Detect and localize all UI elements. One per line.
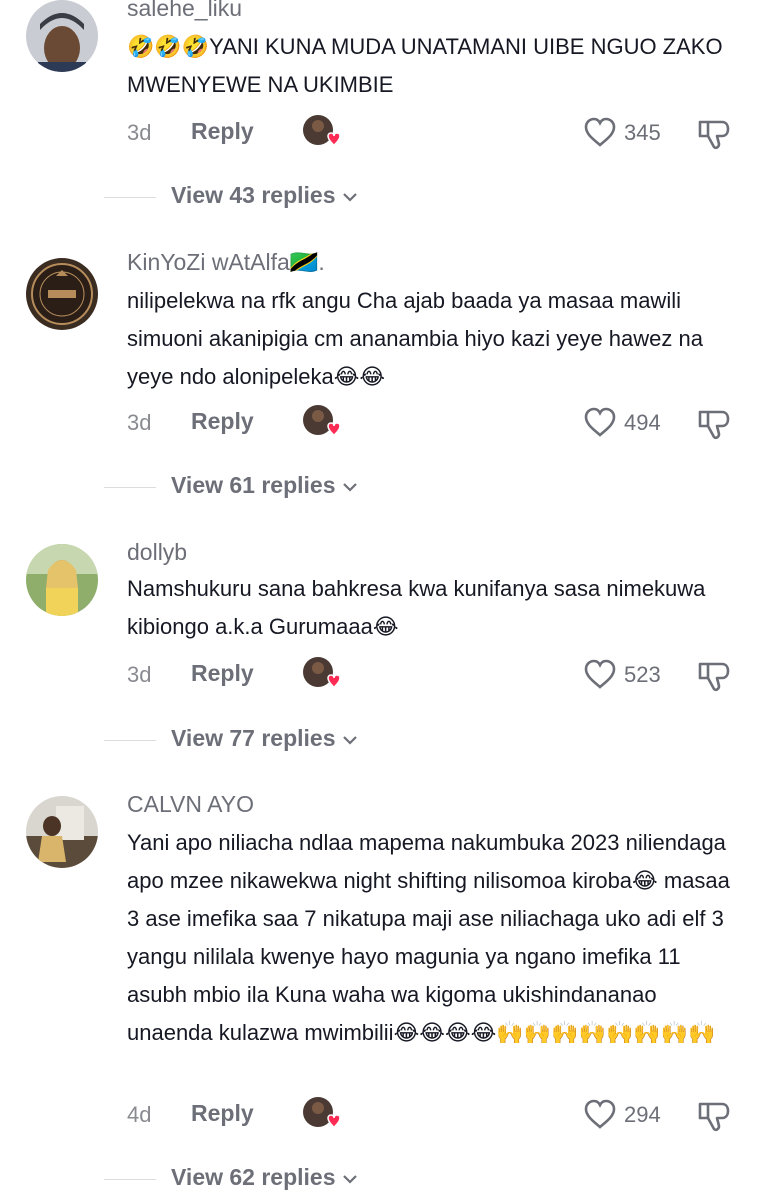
chevron-down-icon [342, 736, 357, 745]
username[interactable]: CALVN AYO [127, 790, 254, 818]
thumbs-down-icon[interactable] [696, 658, 732, 694]
comment-age: 3d [127, 410, 152, 435]
comment-actions: 3d Reply 494 [0, 404, 759, 444]
comment-item: KinYoZi wAtAlfa🇹🇿. nilipelekwa na rfk an… [0, 248, 759, 518]
heart-outline-icon[interactable] [583, 406, 617, 440]
view-replies-label[interactable]: View 61 replies [171, 472, 358, 499]
avatar[interactable] [26, 0, 98, 72]
comment-text: nilipelekwa na rfk angu Cha ajab baada y… [127, 288, 703, 389]
view-replies-label[interactable]: View 77 replies [171, 725, 358, 752]
like-count: 523 [624, 662, 661, 687]
avatar[interactable] [26, 258, 98, 330]
view-replies-button[interactable]: View 77 replies [104, 723, 704, 757]
divider-line [104, 740, 156, 741]
comment-actions: 4d Reply 294 [0, 1096, 759, 1136]
reply-button[interactable]: Reply [191, 408, 254, 435]
view-replies-text: View 62 replies [171, 1164, 336, 1190]
view-replies-button[interactable]: View 43 replies [104, 180, 704, 214]
creator-liked-icon [302, 1096, 342, 1132]
avatar[interactable] [26, 796, 98, 868]
heart-outline-icon[interactable] [583, 658, 617, 692]
username[interactable]: dollyb [127, 538, 187, 566]
heart-outline-icon[interactable] [583, 1098, 617, 1132]
divider-line [104, 487, 156, 488]
comment-text: Namshukuru sana bahkresa kwa kunifanya s… [127, 576, 706, 639]
reply-button[interactable]: Reply [191, 118, 254, 145]
avatar[interactable] [26, 544, 98, 616]
creator-liked-icon [302, 114, 342, 150]
username[interactable]: salehe_liku [127, 0, 242, 22]
comment-item: CALVN AYO Yani apo niliacha ndlaa mapema… [0, 790, 759, 1200]
thumbs-down-icon[interactable] [696, 1098, 732, 1134]
comment-text: Yani apo niliacha ndlaa mapema nakumbuka… [127, 830, 730, 1045]
divider-line [104, 1179, 156, 1180]
view-replies-button[interactable]: View 61 replies [104, 470, 704, 504]
view-replies-label[interactable]: View 43 replies [171, 182, 358, 209]
reply-button[interactable]: Reply [191, 1100, 254, 1127]
view-replies-text: View 43 replies [171, 182, 336, 208]
view-replies-label[interactable]: View 62 replies [171, 1164, 358, 1191]
creator-liked-icon [302, 656, 342, 692]
chevron-down-icon [342, 483, 357, 492]
like-count: 294 [624, 1102, 661, 1127]
view-replies-text: View 61 replies [171, 472, 336, 498]
comment-age: 3d [127, 662, 152, 687]
thumbs-down-icon[interactable] [696, 116, 732, 152]
divider-line [104, 197, 156, 198]
comment-item: salehe_liku 🤣🤣🤣YANI KUNA MUDA UNATAMANI … [0, 0, 759, 230]
reply-button[interactable]: Reply [191, 660, 254, 687]
comment-age: 3d [127, 120, 152, 145]
creator-liked-icon [302, 404, 342, 440]
view-replies-text: View 77 replies [171, 725, 336, 751]
comment-text: 🤣🤣🤣YANI KUNA MUDA UNATAMANI UIBE NGUO ZA… [127, 34, 723, 97]
heart-outline-icon[interactable] [583, 116, 617, 150]
comment-age: 4d [127, 1102, 152, 1127]
comment-actions: 3d Reply 345 [0, 114, 759, 154]
thumbs-down-icon[interactable] [696, 406, 732, 442]
comment-actions: 3d Reply 523 [0, 656, 759, 696]
comment-item: dollyb Namshukuru sana bahkresa kwa kuni… [0, 538, 759, 768]
chevron-down-icon [342, 193, 357, 202]
like-count: 494 [624, 410, 661, 435]
view-replies-button[interactable]: View 62 replies [104, 1162, 704, 1196]
chevron-down-icon [342, 1175, 357, 1184]
like-count: 345 [624, 120, 661, 145]
username[interactable]: KinYoZi wAtAlfa🇹🇿. [127, 248, 325, 276]
